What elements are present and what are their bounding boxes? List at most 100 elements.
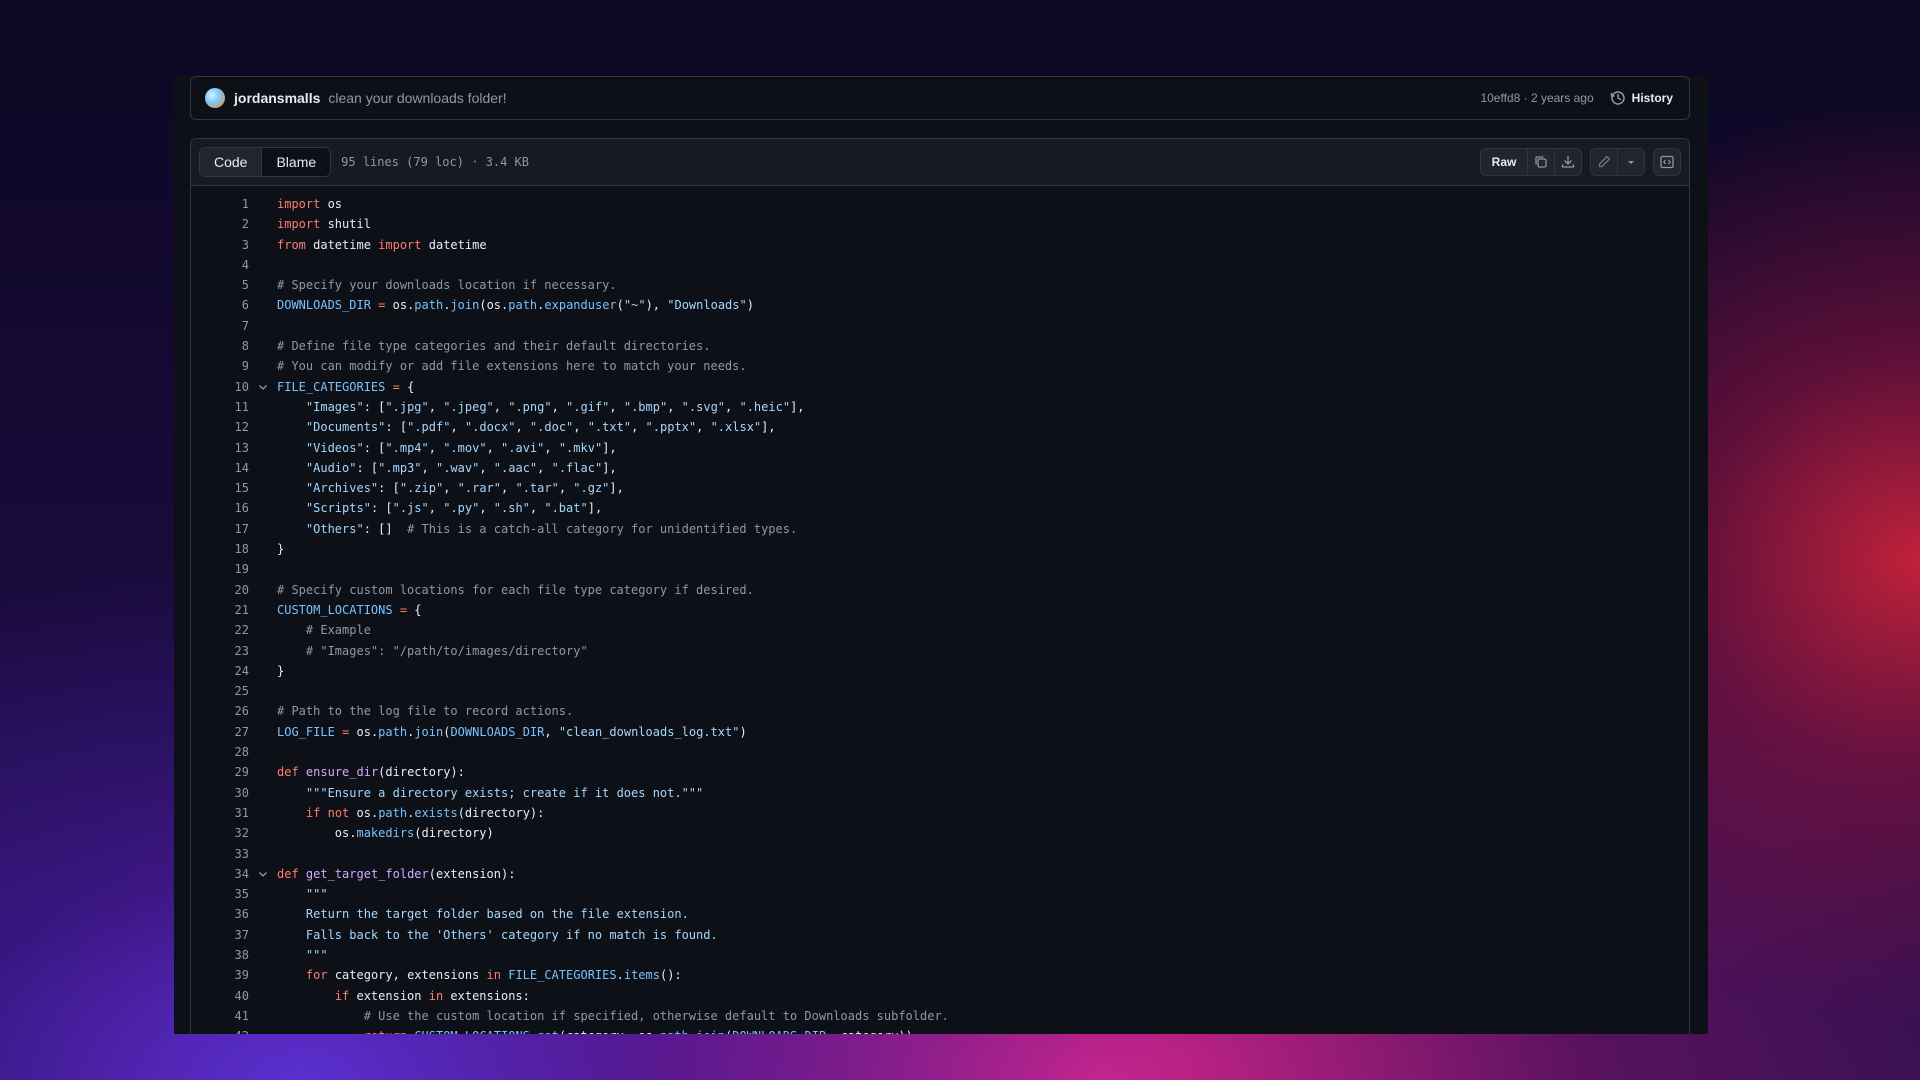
code-line: 2 import shutil: [191, 214, 1689, 234]
line-number[interactable]: 40: [191, 986, 249, 1006]
line-number[interactable]: 27: [191, 722, 249, 742]
code-line: 22 # Example: [191, 620, 1689, 640]
line-number[interactable]: 39: [191, 965, 249, 985]
code-text: return CUSTOM_LOCATIONS.get(category, os…: [277, 1026, 913, 1034]
code-text: """Ensure a directory exists; create if …: [305, 785, 704, 800]
line-number[interactable]: 22: [191, 620, 249, 640]
code-line: 11 "Images": [".jpg", ".jpeg", ".png", "…: [191, 397, 1689, 417]
line-number[interactable]: 29: [191, 762, 249, 782]
line-number[interactable]: 13: [191, 438, 249, 458]
line-number[interactable]: 2: [191, 214, 249, 234]
line-number[interactable]: 9: [191, 356, 249, 376]
copy-button[interactable]: [1527, 149, 1554, 175]
line-number[interactable]: 17: [191, 519, 249, 539]
line-number[interactable]: 38: [191, 945, 249, 965]
line-number[interactable]: 35: [191, 884, 249, 904]
symbols-button[interactable]: [1653, 148, 1681, 176]
code-text: os.makedirs(directory): [277, 826, 494, 841]
code-line: 30 """Ensure a directory exists; create …: [191, 783, 1689, 803]
code-line: 28: [191, 742, 1689, 762]
code-line: 33: [191, 844, 1689, 864]
file-info: 95 lines (79 loc) · 3.4 KB: [341, 155, 529, 169]
code-text: "Audio": [".mp3", ".wav", ".aac", ".flac…: [305, 460, 617, 475]
edit-options-button[interactable]: [1617, 149, 1644, 175]
code-line: 36 Return the target folder based on the…: [191, 904, 1689, 924]
code-text: """: [305, 887, 328, 902]
line-number[interactable]: 37: [191, 925, 249, 945]
line-number[interactable]: 24: [191, 661, 249, 681]
line-number[interactable]: 12: [191, 417, 249, 437]
line-number[interactable]: 1: [191, 194, 249, 214]
code-line: 4: [191, 255, 1689, 275]
raw-button[interactable]: Raw: [1481, 149, 1527, 175]
line-number[interactable]: 36: [191, 904, 249, 924]
code-line: 17 "Others": [] # This is a catch-all ca…: [191, 519, 1689, 539]
code-text: # Specify your downloads location if nec…: [277, 278, 617, 293]
code-text: LOG_FILE = os.path.join(DOWNLOADS_DIR, "…: [277, 724, 747, 739]
code-line: 25: [191, 681, 1689, 701]
fold-chevron-icon[interactable]: [249, 377, 277, 397]
line-number[interactable]: 32: [191, 823, 249, 843]
edit-button[interactable]: [1591, 149, 1617, 175]
commit-meta[interactable]: 10effd8 · 2 years ago: [1480, 91, 1593, 105]
tab-blame[interactable]: Blame: [261, 148, 331, 176]
line-number[interactable]: 23: [191, 641, 249, 661]
code-line: 27 LOG_FILE = os.path.join(DOWNLOADS_DIR,…: [191, 722, 1689, 742]
code-text: FILE_CATEGORIES = {: [277, 379, 415, 394]
line-number[interactable]: 16: [191, 498, 249, 518]
tab-code[interactable]: Code: [200, 148, 262, 176]
code-text: DOWNLOADS_DIR = os.path.join(os.path.exp…: [277, 298, 754, 313]
file-toolbar: Code Blame 95 lines (79 loc) · 3.4 KB Ra…: [191, 139, 1689, 186]
line-number[interactable]: 7: [191, 316, 249, 336]
line-number[interactable]: 10: [191, 377, 249, 397]
line-number[interactable]: 33: [191, 844, 249, 864]
line-number[interactable]: 42: [191, 1026, 249, 1034]
code-line: 1 import os: [191, 194, 1689, 214]
code-line: 12 "Documents": [".pdf", ".docx", ".doc"…: [191, 417, 1689, 437]
code-line: 42 return CUSTOM_LOCATIONS.get(category,…: [191, 1026, 1689, 1034]
file-view-panel: jordansmalls clean your downloads folder…: [174, 76, 1708, 1034]
fold-chevron-icon[interactable]: [249, 864, 277, 884]
commit-author[interactable]: jordansmalls: [234, 90, 320, 106]
avatar[interactable]: [205, 88, 225, 108]
code-line: 34 def get_target_folder(extension):: [191, 864, 1689, 884]
line-number[interactable]: 14: [191, 458, 249, 478]
line-number[interactable]: 11: [191, 397, 249, 417]
code-line: 19: [191, 559, 1689, 579]
code-line: 39 for category, extensions in FILE_CATE…: [191, 965, 1689, 985]
line-number[interactable]: 4: [191, 255, 249, 275]
line-number[interactable]: 19: [191, 559, 249, 579]
code-line: 18}: [191, 539, 1689, 559]
code-text: Return the target folder based on the fi…: [277, 907, 689, 922]
commit-message[interactable]: clean your downloads folder!: [328, 90, 506, 106]
line-number[interactable]: 6: [191, 295, 249, 315]
code-text: import os: [277, 197, 343, 211]
code-line: 40 if extension in extensions:: [191, 986, 1689, 1006]
line-number[interactable]: 5: [191, 275, 249, 295]
code-line: 38 """: [191, 945, 1689, 965]
line-number[interactable]: 31: [191, 803, 249, 823]
line-number[interactable]: 30: [191, 783, 249, 803]
code-text: "Documents": [".pdf", ".docx", ".doc", "…: [305, 420, 776, 435]
code-text: # Use the custom location if specified, …: [363, 1008, 949, 1023]
line-number[interactable]: 25: [191, 681, 249, 701]
line-number[interactable]: 41: [191, 1006, 249, 1026]
line-number[interactable]: 26: [191, 701, 249, 721]
symbols-icon: [1660, 155, 1674, 169]
line-number[interactable]: 15: [191, 478, 249, 498]
history-button[interactable]: History: [1610, 90, 1673, 106]
code-view[interactable]: 1 import os 2 import shutil 3 from datetime i…: [191, 186, 1689, 1034]
download-button[interactable]: [1554, 149, 1581, 175]
code-text: def get_target_folder(extension):: [277, 866, 516, 881]
line-number[interactable]: 18: [191, 539, 249, 559]
line-number[interactable]: 20: [191, 580, 249, 600]
code-text: CUSTOM_LOCATIONS = {: [277, 602, 422, 617]
line-number[interactable]: 28: [191, 742, 249, 762]
line-number[interactable]: 34: [191, 864, 249, 884]
code-text: for category, extensions in FILE_CATEGOR…: [305, 968, 682, 983]
code-text: """: [305, 947, 328, 962]
line-number[interactable]: 3: [191, 235, 249, 255]
code-text: def ensure_dir(directory):: [277, 765, 465, 780]
line-number[interactable]: 8: [191, 336, 249, 356]
line-number[interactable]: 21: [191, 600, 249, 620]
